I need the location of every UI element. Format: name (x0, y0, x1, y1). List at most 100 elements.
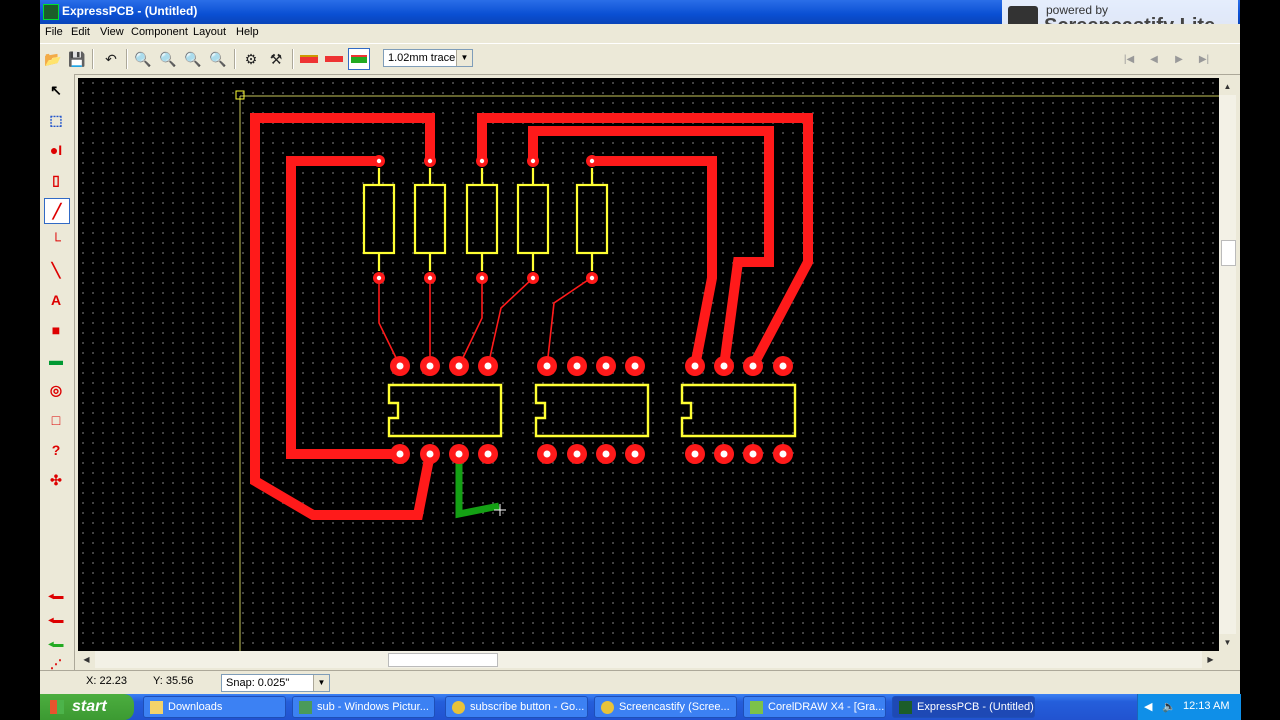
task-expresspcb[interactable]: ExpressPCB - (Untitled) (892, 696, 1035, 718)
expresspcb-icon (899, 701, 912, 714)
zoom-out-icon[interactable]: 🔍 (157, 48, 179, 70)
task-coreldraw[interactable]: CorelDRAW X4 - [Gra... (743, 696, 886, 718)
pad-hole (484, 450, 492, 458)
pad-hole (720, 362, 728, 370)
prev-page-icon[interactable]: ◀ (1143, 50, 1165, 70)
first-page-icon[interactable]: |◀ (1118, 50, 1140, 70)
task-screencastify[interactable]: Screencastify (Scree... (594, 696, 737, 718)
trace-line-icon[interactable]: ╱ (44, 198, 70, 224)
pad-hole (479, 158, 485, 164)
menu-layout[interactable]: Layout (193, 26, 226, 38)
text-A-icon[interactable]: A (44, 288, 68, 312)
scroll-up-icon[interactable]: ▲ (1219, 78, 1236, 95)
picture-icon (299, 701, 312, 714)
zoom-area-icon[interactable]: 🔍 (207, 48, 229, 70)
vertical-scrollbar[interactable]: ▲ ▼ (1219, 78, 1236, 651)
ic-silkscreen (387, 383, 797, 438)
layer-top-side-icon[interactable]: ◂▬ (44, 584, 68, 608)
circle-icon[interactable]: ◎ (44, 378, 68, 402)
trace-inner-left (286, 156, 400, 459)
folder-icon (150, 701, 163, 714)
trace-corner-icon[interactable]: └ (44, 228, 68, 252)
save-disk-icon[interactable]: 💾 (66, 48, 88, 70)
zoom-select-icon[interactable]: ⬚ (44, 108, 68, 132)
menu-file[interactable]: File (45, 26, 63, 38)
task-chrome-subscribe[interactable]: subscribe button - Go... (445, 696, 588, 718)
pad-hole (530, 158, 536, 164)
pad-hole (573, 450, 581, 458)
hscroll-thumb[interactable] (388, 653, 498, 667)
main-toolbar: 📂 💾 ↶ 🔍 🔍 🔍 🔍 ⚙ ⚒ 1.02mm trace ▼ |◀ ◀ ▶ … (40, 43, 1240, 75)
pad-hole (376, 158, 382, 164)
windows-taskbar: start Downloads sub - Windows Pictur... … (40, 694, 1241, 720)
snap-grid-select[interactable]: Snap: 0.025" ▼ (221, 674, 330, 692)
chevron-down-icon[interactable]: ▼ (313, 675, 329, 691)
pad-hole (589, 158, 595, 164)
pad-hole (720, 450, 728, 458)
last-page-icon[interactable]: ▶| (1193, 50, 1215, 70)
scroll-down-icon[interactable]: ▼ (1219, 634, 1236, 651)
scroll-right-icon[interactable]: ▶ (1202, 651, 1219, 668)
layer-bottom-side-icon[interactable]: ◂▬ (44, 608, 68, 632)
pad-hole (455, 450, 463, 458)
chevron-down-icon[interactable]: ▼ (456, 50, 472, 66)
component-icon[interactable]: ▯ (44, 168, 68, 192)
zoom-in-icon[interactable]: 🔍 (132, 48, 154, 70)
clock: 12:13 AM (1183, 700, 1230, 712)
pad-hole (589, 275, 595, 281)
help-question-icon[interactable]: ? (44, 438, 68, 462)
back-arrow-icon[interactable]: ◀ (1144, 700, 1152, 713)
pad-hole (484, 362, 492, 370)
pad-hole (779, 362, 787, 370)
pad-hole (426, 450, 434, 458)
trace-inner-right (591, 156, 717, 367)
status-bar: X: 22.23 Y: 35.56 Snap: 0.025" ▼ (40, 670, 1240, 695)
pad-hole (631, 450, 639, 458)
zoom-fit-icon[interactable]: 🔍 (182, 48, 204, 70)
task-downloads[interactable]: Downloads (143, 696, 286, 718)
next-page-icon[interactable]: ▶ (1168, 50, 1190, 70)
pad-hole (602, 450, 610, 458)
pad-hole (455, 362, 463, 370)
pad-hole (479, 275, 485, 281)
pad-hole (749, 450, 757, 458)
horizontal-scrollbar[interactable]: ◀ ▶ (78, 651, 1219, 668)
vscroll-thumb[interactable] (1221, 240, 1236, 266)
layer-bottom-icon[interactable] (323, 48, 345, 70)
pad-hole (543, 362, 551, 370)
task-windows-picture[interactable]: sub - Windows Pictur... (292, 696, 435, 718)
pad-hole (779, 450, 787, 458)
trace-diagonal-icon[interactable]: ╲ (44, 258, 68, 282)
pad-hole (427, 158, 433, 164)
expresspcb-app-icon (43, 4, 59, 20)
scroll-left-icon[interactable]: ◀ (78, 651, 95, 668)
page-nav: |◀ ◀ ▶ ▶| (1118, 50, 1238, 70)
layer-top-icon[interactable] (298, 48, 320, 70)
pad-icon[interactable]: ●I (44, 138, 68, 162)
pad-hole (602, 362, 610, 370)
rectangle-icon[interactable]: □ (44, 408, 68, 432)
open-folder-icon[interactable]: 📂 (42, 48, 64, 70)
properties-icon[interactable]: ⚙ (240, 48, 262, 70)
pad-hole (691, 450, 699, 458)
menu-help[interactable]: Help (236, 26, 259, 38)
desktop-left-edge (0, 0, 40, 720)
menu-edit[interactable]: Edit (71, 26, 90, 38)
component-manager-icon[interactable]: ⚒ (265, 48, 287, 70)
pad-hole (530, 275, 536, 281)
menu-view[interactable]: View (100, 26, 124, 38)
trace-width-select[interactable]: 1.02mm trace ▼ (383, 49, 473, 67)
filled-area-icon[interactable]: ■ (44, 318, 68, 342)
layer-both-icon[interactable] (348, 48, 370, 70)
snap-value: Snap: 0.025" (226, 677, 290, 689)
speaker-icon[interactable]: 🔈 (1162, 700, 1176, 713)
pointer-arrow-icon[interactable]: ↖ (44, 78, 68, 102)
start-button[interactable]: start (40, 694, 134, 720)
pcb-canvas[interactable] (78, 78, 1219, 651)
pad-hole (691, 362, 699, 370)
pad-hole (396, 362, 404, 370)
undo-arrow-icon[interactable]: ↶ (100, 48, 122, 70)
menu-component[interactable]: Component (131, 26, 188, 38)
ground-plane-icon[interactable]: ▬ (44, 348, 68, 372)
netlist-icon[interactable]: ✣ (44, 468, 68, 492)
